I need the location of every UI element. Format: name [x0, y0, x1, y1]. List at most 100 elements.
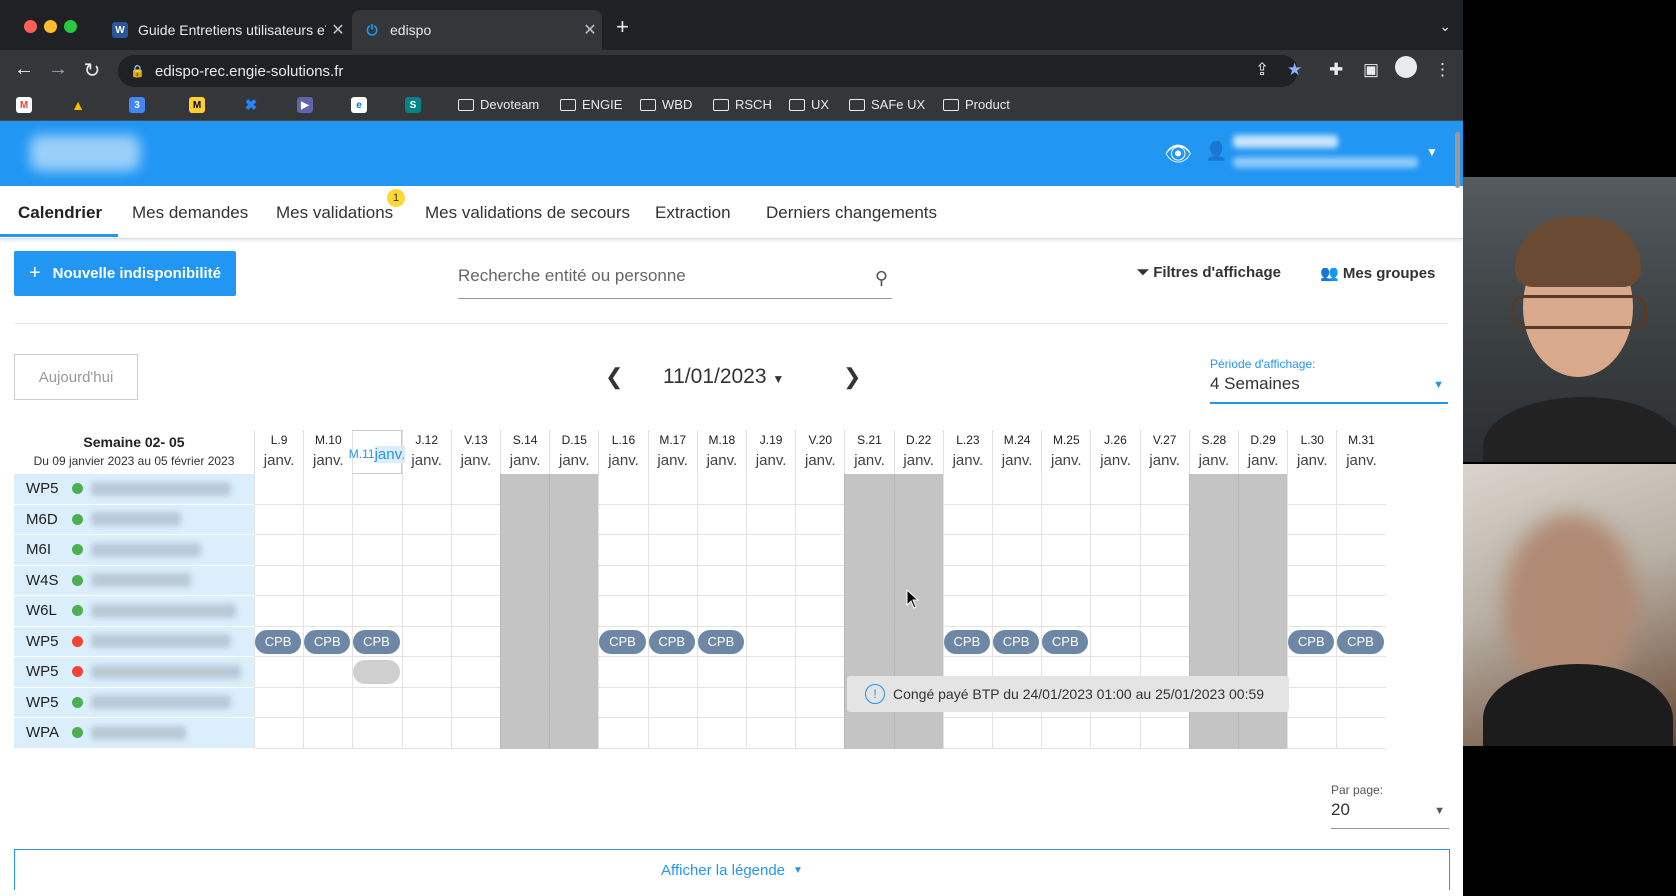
- per-page-select[interactable]: 20 ▼: [1331, 800, 1449, 829]
- calendar-cell[interactable]: [696, 596, 746, 627]
- calendar-cell[interactable]: [500, 718, 550, 749]
- calendar-cell[interactable]: [401, 504, 451, 535]
- search-icon[interactable]: ⚲: [875, 268, 888, 289]
- absence-chip[interactable]: CPB: [648, 629, 695, 654]
- calendar-cell[interactable]: [795, 535, 845, 566]
- calendar-cell[interactable]: [795, 718, 845, 749]
- calendar-cell[interactable]: [1188, 535, 1238, 566]
- calendar-cell[interactable]: [401, 596, 451, 627]
- calendar-cell[interactable]: [1139, 626, 1189, 657]
- new-unavailability-button[interactable]: + Nouvelle indisponibilité: [14, 251, 236, 296]
- calendar-cell[interactable]: [401, 535, 451, 566]
- calendar-cell[interactable]: [1139, 474, 1189, 505]
- calendar-cell[interactable]: [992, 565, 1042, 596]
- calendar-cell[interactable]: [795, 504, 845, 535]
- employee-row-label[interactable]: WP5: [14, 474, 254, 505]
- calendar-cell[interactable]: [844, 565, 894, 596]
- calendar-cell[interactable]: [1090, 474, 1140, 505]
- calendar-cell[interactable]: [1041, 718, 1091, 749]
- calendar-cell[interactable]: [1336, 718, 1386, 749]
- calendar-cell[interactable]: [1238, 565, 1288, 596]
- calendar-cell[interactable]: [450, 657, 500, 688]
- calendar-cell[interactable]: [942, 535, 992, 566]
- calendar-cell[interactable]: [598, 596, 648, 627]
- calendar-cell[interactable]: [1238, 718, 1288, 749]
- calendar-cell[interactable]: [1041, 504, 1091, 535]
- absence-chip[interactable]: CPB: [1288, 629, 1335, 654]
- close-tab-icon[interactable]: ✕: [578, 20, 602, 40]
- today-button[interactable]: Aujourd'hui: [14, 354, 138, 400]
- calendar-cell[interactable]: [1238, 474, 1288, 505]
- calendar-cell[interactable]: [992, 474, 1042, 505]
- employee-row-label[interactable]: W4S: [14, 565, 254, 596]
- gmail-icon[interactable]: M: [16, 97, 32, 113]
- calendar-cell[interactable]: [1336, 565, 1386, 596]
- calendar-cell[interactable]: [401, 626, 451, 657]
- calendar-cell[interactable]: [647, 596, 697, 627]
- calendar-cell[interactable]: [942, 596, 992, 627]
- calendar-cell[interactable]: [1287, 657, 1337, 688]
- calendar-cell[interactable]: [254, 535, 304, 566]
- calendar-cell[interactable]: [1041, 565, 1091, 596]
- absence-chip[interactable]: CPB: [1042, 629, 1089, 654]
- calendar-cell[interactable]: [746, 474, 796, 505]
- extensions-puzzle-icon[interactable]: ✚: [1329, 60, 1343, 80]
- calendar-cell[interactable]: [549, 535, 599, 566]
- calendar-cell[interactable]: [1188, 474, 1238, 505]
- calendar-cell[interactable]: [352, 596, 402, 627]
- calendar-cell[interactable]: [647, 687, 697, 718]
- calendar-cell[interactable]: [401, 687, 451, 718]
- bookmark-folder-ux[interactable]: UX: [789, 97, 829, 112]
- calendar-cell[interactable]: [1041, 596, 1091, 627]
- calendar-cell[interactable]: [254, 718, 304, 749]
- calendar-cell[interactable]: [303, 504, 353, 535]
- absence-chip[interactable]: CPB: [1337, 629, 1384, 654]
- calendar-cell[interactable]: [1238, 504, 1288, 535]
- calendar-cell[interactable]: [844, 596, 894, 627]
- calendar-cell[interactable]: [746, 565, 796, 596]
- calendar-cell[interactable]: [1188, 596, 1238, 627]
- calendar-cell[interactable]: [401, 474, 451, 505]
- side-panel-icon[interactable]: ▣: [1363, 60, 1379, 80]
- calendar-cell[interactable]: [549, 626, 599, 657]
- calendar-cell[interactable]: [303, 657, 353, 688]
- calendar-cell[interactable]: [795, 626, 845, 657]
- bookmark-star-icon[interactable]: ★: [1287, 60, 1302, 80]
- calendar-cell[interactable]: [1238, 535, 1288, 566]
- search-input[interactable]: Recherche entité ou personne ⚲: [458, 266, 892, 299]
- calendar-cell[interactable]: [647, 535, 697, 566]
- calendar-cell[interactable]: [647, 474, 697, 505]
- calendar-cell[interactable]: [1139, 535, 1189, 566]
- calendar-cell[interactable]: [795, 596, 845, 627]
- back-arrow-icon[interactable]: ←: [12, 58, 36, 81]
- calendar-cell[interactable]: [1238, 626, 1288, 657]
- calendar-cell[interactable]: [500, 504, 550, 535]
- calendar-cell[interactable]: [696, 687, 746, 718]
- absence-chip[interactable]: CPB: [697, 629, 744, 654]
- calendar-cell[interactable]: [893, 535, 943, 566]
- calendar-cell[interactable]: [893, 626, 943, 657]
- calendar-cell[interactable]: [1287, 687, 1337, 718]
- calendar-cell[interactable]: [549, 718, 599, 749]
- forward-arrow-icon[interactable]: →: [46, 58, 70, 81]
- calendar-cell[interactable]: [696, 504, 746, 535]
- bookmark-folder-engie[interactable]: ENGIE: [560, 97, 622, 112]
- calendar-cell[interactable]: [1287, 596, 1337, 627]
- close-tab-icon[interactable]: ✕: [326, 20, 350, 40]
- calendar-cell[interactable]: [450, 687, 500, 718]
- calendar-cell[interactable]: [746, 504, 796, 535]
- calendar-cell[interactable]: [352, 565, 402, 596]
- calendar-cell[interactable]: [1336, 657, 1386, 688]
- calendar-cell[interactable]: [844, 504, 894, 535]
- calendar-cell[interactable]: [303, 565, 353, 596]
- bookmark-folder-safe-ux[interactable]: SAFe UX: [849, 97, 925, 112]
- calendar-cell[interactable]: [450, 626, 500, 657]
- calendar-cell[interactable]: [549, 596, 599, 627]
- calendar-cell[interactable]: [696, 565, 746, 596]
- calendar-cell[interactable]: [1139, 565, 1189, 596]
- absence-chip[interactable]: CPB: [304, 629, 351, 654]
- drive-icon[interactable]: ▲: [70, 97, 86, 113]
- calendar-cell[interactable]: [401, 657, 451, 688]
- calendar-cell[interactable]: [844, 474, 894, 505]
- employee-row-label[interactable]: W6L: [14, 596, 254, 627]
